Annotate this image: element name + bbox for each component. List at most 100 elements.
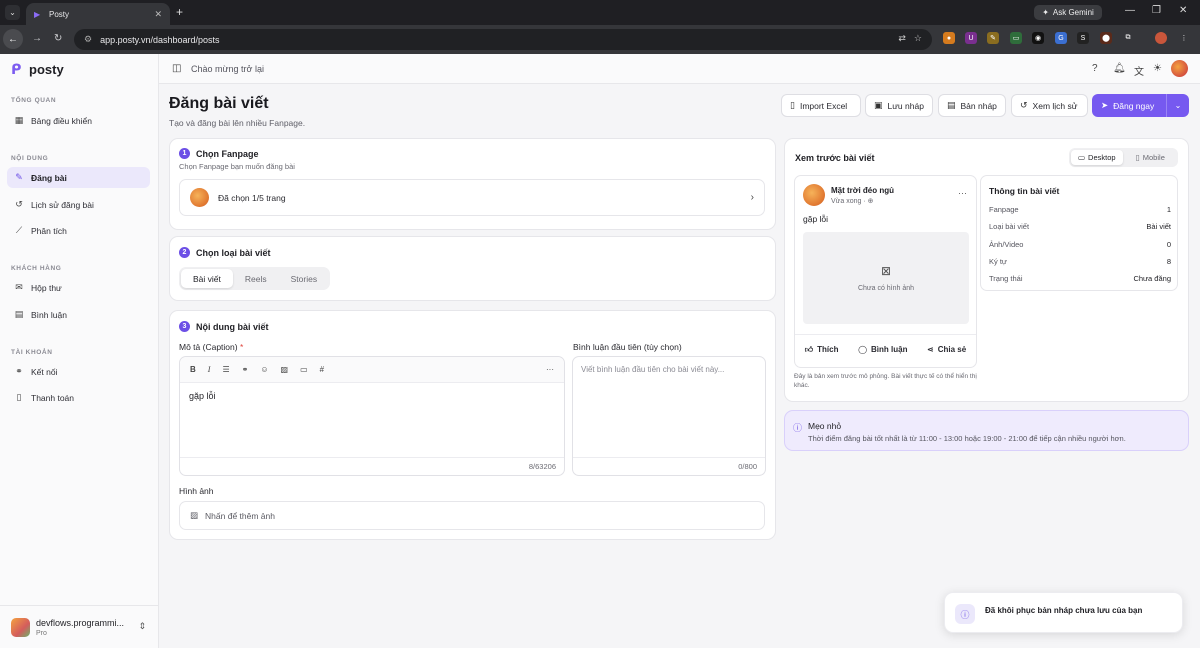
emoji-icon[interactable]: ☺ — [260, 365, 268, 374]
first-comment-input[interactable]: Viết bình luận đầu tiên cho bài viết này… — [572, 356, 766, 476]
file-text-icon: ▤ — [947, 100, 956, 110]
sidebar-item-connect[interactable]: ⚭ Kết nối — [7, 361, 150, 382]
extension-icon[interactable]: ◉ — [1032, 32, 1044, 44]
sidebar-item-analytics[interactable]: ⟋ Phân tích — [7, 220, 150, 241]
bold-icon[interactable]: B — [190, 365, 196, 374]
forward-icon[interactable]: → — [32, 33, 42, 44]
publish-options-chevron-icon[interactable]: ⌄ — [1167, 101, 1189, 110]
list-icon[interactable]: ☰ — [222, 365, 229, 374]
site-info-icon[interactable]: ⚙ — [84, 34, 92, 45]
maximize-icon[interactable]: ❐ — [1152, 5, 1161, 16]
chrome-menu-icon[interactable]: ⋮ — [1178, 32, 1190, 44]
reload-icon[interactable]: ↻ — [54, 33, 62, 44]
publish-now-button[interactable]: ➤ Đăng ngay ⌄ — [1092, 94, 1189, 117]
sidebar-item-inbox[interactable]: ✉ Hộp thư — [7, 277, 150, 298]
ask-gemini-button[interactable]: ✦ Ask Gemini — [1034, 5, 1102, 20]
share-action: ⋖ Chia sẻ — [927, 345, 966, 354]
sidebar: ᑭ posty TỔNG QUAN ▦ Bảng điều khiển NỘI … — [0, 54, 159, 648]
comment-label: Bình luận — [871, 345, 908, 354]
sidebar-toggle-icon[interactable]: ◫ — [172, 63, 181, 74]
tab-stories[interactable]: Stories — [279, 269, 329, 288]
send-icon: ➤ — [1101, 100, 1109, 110]
info-icon: ⓘ — [793, 423, 803, 433]
minimize-icon[interactable]: — — [1125, 5, 1135, 16]
extension-icon[interactable]: ⬤ — [1100, 32, 1112, 44]
extension-icon[interactable]: U — [965, 32, 977, 44]
theme-sun-icon[interactable]: ☀ — [1153, 63, 1162, 74]
tab-reels[interactable]: Reels — [233, 269, 279, 288]
add-image-button[interactable]: ▨ Nhấn để thêm ảnh — [179, 501, 765, 530]
language-icon[interactable]: 文 — [1134, 63, 1144, 78]
chevron-right-icon: › — [750, 192, 754, 203]
bell-icon[interactable]: 🔔︎ — [1113, 63, 1126, 74]
back-icon[interactable]: ← — [3, 29, 23, 49]
sidebar-item-label: Kết nối — [31, 366, 58, 377]
step2-title-text: Chọn loại bài viết — [196, 247, 271, 258]
info-key: Fanpage — [989, 205, 1019, 214]
step-number: 3 — [179, 321, 190, 332]
preview-desktop-tab[interactable]: ▭ Desktop — [1071, 150, 1123, 165]
image-icon[interactable]: ▨ — [281, 365, 289, 374]
import-excel-button[interactable]: ▯ Import Excel — [781, 94, 861, 117]
save-draft-button[interactable]: ▣ Lưu nháp — [865, 94, 933, 117]
caption-text[interactable]: gặp lỗi — [189, 391, 216, 401]
info-value: 1 — [1166, 205, 1171, 214]
step1-title: 1 Chọn Fanpage — [179, 148, 259, 159]
italic-icon[interactable]: I — [208, 365, 211, 374]
step1-title-text: Chọn Fanpage — [196, 148, 259, 159]
bookmark-star-icon[interactable]: ☆ — [914, 33, 922, 44]
preview-title: Xem trước bài viết — [795, 153, 875, 163]
image-label: Hình ảnh — [179, 486, 214, 496]
close-tab-icon[interactable]: ✕ — [154, 9, 162, 20]
topbar: ◫ Chào mừng trở lại ? 🔔︎ 文 ☀ — [159, 54, 1200, 84]
fanpage-avatar — [803, 184, 825, 206]
browser-tab[interactable]: ▶ Posty ✕ — [26, 3, 170, 25]
tab-post[interactable]: Bài viết — [181, 269, 233, 288]
info-key: Ký tự — [989, 257, 1007, 266]
puzzle-extensions-icon[interactable]: ⧉ — [1122, 32, 1134, 44]
logo[interactable]: ᑭ posty — [11, 61, 64, 77]
sidebar-item-comments[interactable]: ▤ Bình luận — [7, 304, 150, 325]
post-text: gặp lỗi — [803, 214, 829, 224]
sidebar-item-post-history[interactable]: ↺ Lịch sử đăng bài — [7, 194, 150, 215]
video-icon[interactable]: ▭ — [300, 365, 308, 374]
more-icon[interactable]: ··· — [546, 365, 554, 374]
info-row: Fanpage 1 — [989, 205, 1171, 214]
profile-avatar-icon[interactable] — [1155, 32, 1167, 44]
extension-icon[interactable]: ● — [943, 32, 955, 44]
new-tab-icon[interactable]: + — [176, 5, 183, 19]
help-icon[interactable]: ? — [1092, 63, 1098, 74]
fanpage-selector[interactable]: Đã chọn 1/5 trang › — [179, 179, 765, 216]
sidebar-item-post[interactable]: ✎ Đăng bài — [7, 167, 150, 188]
grid-icon: ▦ — [14, 115, 24, 125]
extension-icon[interactable]: G — [1055, 32, 1067, 44]
extension-icon[interactable]: S — [1077, 32, 1089, 44]
extension-icon[interactable]: ▭ — [1010, 32, 1022, 44]
address-bar[interactable]: ⚙ app.posty.vn/dashboard/posts ⇄ ☆ — [74, 29, 932, 50]
close-window-icon[interactable]: ✕ — [1179, 5, 1187, 16]
step3-title-text: Nội dung bài viết — [196, 321, 269, 332]
toast-notification: ⓘ Đã khôi phục bản nháp chưa lưu của bạn — [944, 592, 1183, 633]
fanpage-avatar — [190, 188, 209, 207]
sidebar-item-billing[interactable]: ▯ Thanh toán — [7, 387, 150, 408]
info-key: Trạng thái — [989, 274, 1023, 283]
link-icon[interactable]: ⚭ — [242, 365, 249, 374]
user-menu[interactable]: devflows.programmi... Pro ⇕ — [0, 605, 159, 648]
tab-search-icon[interactable]: ⌄ — [5, 5, 20, 20]
avatar[interactable] — [1171, 60, 1188, 77]
view-history-button[interactable]: ↺ Xem lịch sử — [1011, 94, 1088, 117]
sidebar-item-label: Hộp thư — [31, 282, 62, 293]
sidebar-item-dashboard[interactable]: ▦ Bảng điều khiển — [7, 110, 150, 131]
extension-icon[interactable]: ✎ — [987, 32, 999, 44]
tip-box: ⓘ Mẹo nhỏ Thời điểm đăng bài tốt nhất là… — [784, 410, 1189, 451]
post-actions: 👍︎ Thích ◯ Bình luận ⋖ Chia sẻ — [795, 334, 976, 364]
brand-name: posty — [29, 61, 64, 77]
drafts-button[interactable]: ▤ Bản nháp — [938, 94, 1006, 117]
hashtag-icon[interactable]: # — [320, 365, 324, 374]
post-type-tabs: Bài viết Reels Stories — [179, 267, 330, 290]
preview-mobile-tab[interactable]: ▯ Mobile — [1125, 150, 1177, 165]
translate-icon[interactable]: ⇄ — [898, 33, 906, 44]
save-icon: ▣ — [874, 100, 883, 110]
caption-editor[interactable]: B I ☰ ⚭ ☺ ▨ ▭ # ··· gặp lỗi 8/63206 — [179, 356, 565, 476]
step-number: 2 — [179, 247, 190, 258]
